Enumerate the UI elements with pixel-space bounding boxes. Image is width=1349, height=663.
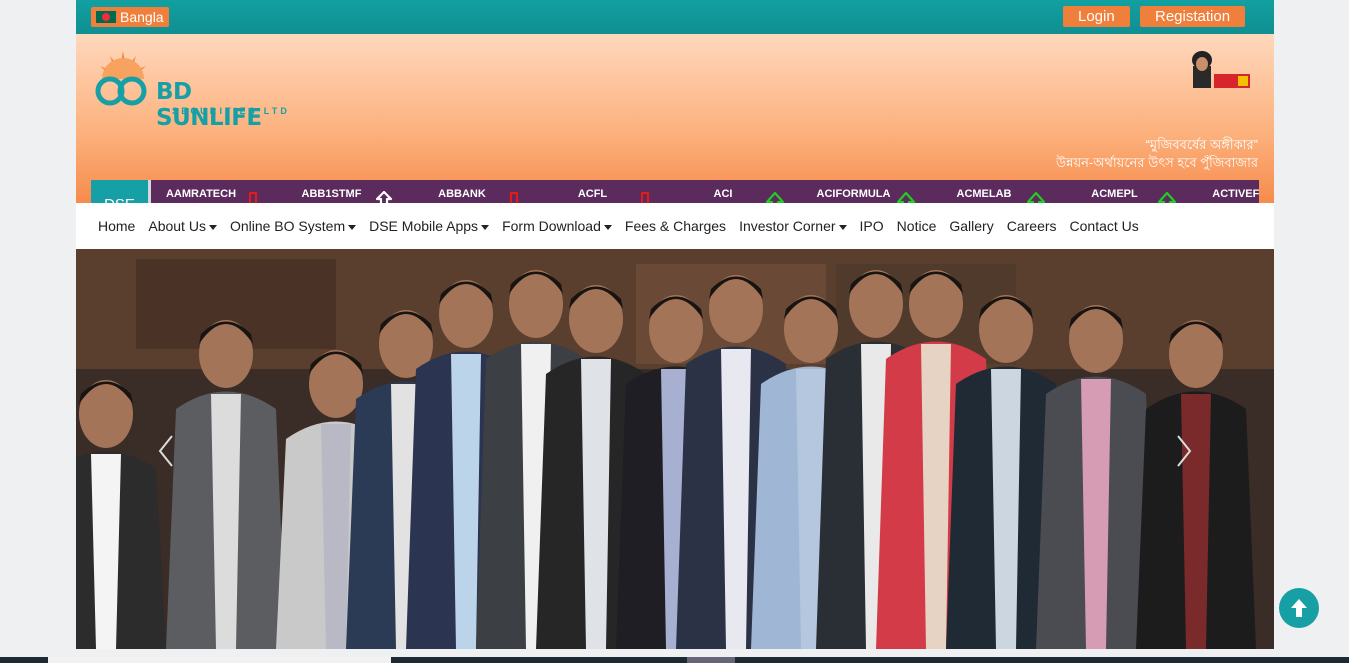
nav-item-label: Home [98,218,136,234]
slogan-line-2: উন্নয়ন-অর্থায়নের উৎস হবে পুঁজিবাজার [1055,155,1258,170]
nav-item-notice[interactable]: Notice [897,218,937,234]
registration-button[interactable]: Registation [1140,6,1246,27]
caret-down-icon [603,225,612,230]
site-header: BD SUNLIFE SECURITIES LTD “মুজিববর্ষের অ… [76,34,1274,229]
ticker-symbol: ACMELAB [956,188,1012,200]
caret-down-icon [348,225,357,230]
sun-logo-icon [95,51,147,106]
nav-item-label: Notice [896,218,937,234]
carousel-next-chevron-right-icon[interactable] [1174,434,1194,468]
bottom-strip [0,657,1349,663]
nav-item-label: DSE Mobile Apps [369,218,479,234]
nav-item-about-us[interactable]: About Us [148,218,217,234]
nav-item-label: Gallery [949,218,994,234]
ticker-symbol: ACIFORMULA [816,188,891,200]
scroll-to-top-button[interactable] [1279,588,1319,628]
nav-item-careers[interactable]: Careers [1007,218,1057,234]
nav-item-label: Investor Corner [739,218,836,234]
carousel-prev-chevron-left-icon[interactable] [156,434,176,468]
nav-item-fees-charges[interactable]: Fees & Charges [625,218,726,234]
mujib-borsho-logo-icon [1192,51,1250,88]
ticker-symbol: ACTIVEFINE [1212,188,1259,200]
ticker-symbol: ACFL [577,188,608,200]
nav-item-label: IPO [859,218,884,234]
ticker-symbol: ABBANK [438,188,486,200]
arrow-up-icon [1291,599,1307,617]
bangladesh-flag-icon [96,11,116,23]
ticker-symbol: ACI [713,188,733,200]
logo-name: BD SUNLIFE [156,79,262,131]
caret-down-icon [838,225,847,230]
nav-item-contact-us[interactable]: Contact Us [1070,218,1139,234]
nav-item-label: Form Download [502,218,601,234]
logo-subtitle: SECURITIES LTD [172,106,291,116]
hero-carousel[interactable] [76,249,1274,649]
login-button[interactable]: Login [1063,6,1130,27]
group-photo [76,249,1274,649]
ticker-symbol: AAMRATECH [165,188,237,200]
nav-item-label: Careers [1006,218,1057,234]
nav-item-investor-corner[interactable]: Investor Corner [739,218,847,234]
language-toggle-button[interactable]: Bangla [91,7,169,27]
caret-down-icon [481,225,490,230]
nav-item-label: Online BO System [229,218,346,234]
nav-item-label: Fees & Charges [624,218,727,234]
ticker-symbol: ACMEPL [1091,188,1138,200]
top-bar: Bangla Login Registation [76,0,1274,34]
nav-item-form-download[interactable]: Form Download [502,218,612,234]
ticker-symbol: ABB1STMF [301,188,362,200]
nav-item-home[interactable]: Home [98,218,135,234]
nav-item-ipo[interactable]: IPO [860,218,884,234]
caret-down-icon [208,225,217,230]
main-nav: Home About Us Online BO System DSE Mobile A… [76,203,1274,249]
bottom-strip-segment [687,657,735,663]
nav-item-dse-mobile-apps[interactable]: DSE Mobile Apps [369,218,490,234]
bottom-strip-segment [48,657,391,663]
nav-item-online-bo-system[interactable]: Online BO System [229,218,357,234]
site-logo[interactable]: BD SUNLIFE SECURITIES LTD [90,49,300,131]
nav-item-label: Contact Us [1069,218,1139,234]
language-label: Bangla [120,9,164,25]
nav-item-label: About Us [148,218,206,234]
nav-item-gallery[interactable]: Gallery [949,218,993,234]
